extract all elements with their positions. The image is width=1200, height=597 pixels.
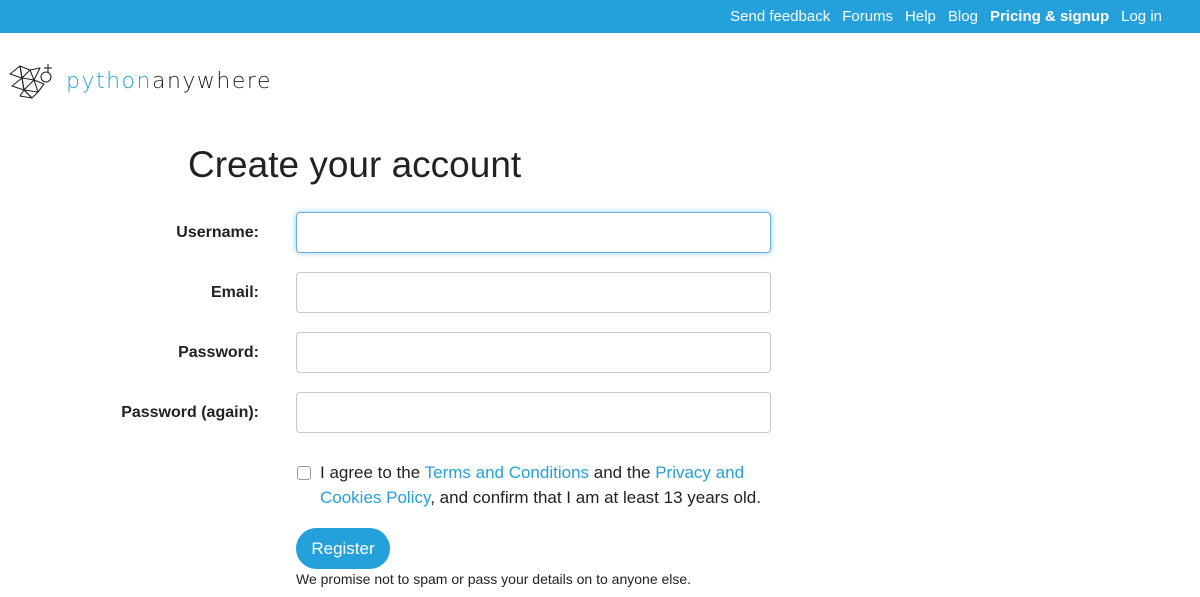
nav-forums[interactable]: Forums [842,8,893,25]
logo[interactable]: pythonanywhere [8,60,272,102]
email-label: Email: [210,284,259,301]
top-bar: Send feedback Forums Help Blog Pricing &… [0,0,1200,33]
register-button[interactable]: Register [296,528,390,569]
nav-send-feedback[interactable]: Send feedback [730,8,830,25]
password-again-row: Password (again): [0,392,800,434]
page-title: Create your account [188,144,522,185]
nav-pricing-signup[interactable]: Pricing & signup [990,8,1109,25]
nav-blog[interactable]: Blog [948,8,978,25]
password-again-input[interactable] [296,392,771,433]
logo-text-python: python [66,68,152,94]
password-row: Password: [0,332,800,374]
username-label: Username: [176,224,259,241]
username-input[interactable] [296,212,771,253]
password-again-label: Password (again): [121,404,259,421]
nav-help[interactable]: Help [905,8,936,25]
privacy-promise-text: We promise not to spam or pass your deta… [296,571,692,587]
agree-text-part1: I agree to the [320,463,425,482]
terms-link[interactable]: Terms and Conditions [425,463,589,482]
agree-text-part3: , and confirm that I am at least 13 year… [430,487,761,507]
logo-wordmark: pythonanywhere [66,69,272,94]
agree-text-part2: and the [589,463,656,482]
top-navigation: Send feedback Forums Help Blog Pricing &… [718,0,1162,33]
password-label: Password: [178,344,259,361]
nav-log-in[interactable]: Log in [1121,8,1162,25]
logo-text-anywhere: anywhere [151,68,272,94]
username-row: Username: [0,212,800,254]
email-input[interactable] [296,272,771,313]
password-input[interactable] [296,332,771,373]
agree-text: I agree to the Terms and Conditions and … [320,461,780,510]
pythonanywhere-logo-icon [9,64,52,99]
email-row: Email: [0,272,800,314]
agree-checkbox[interactable] [297,466,311,480]
